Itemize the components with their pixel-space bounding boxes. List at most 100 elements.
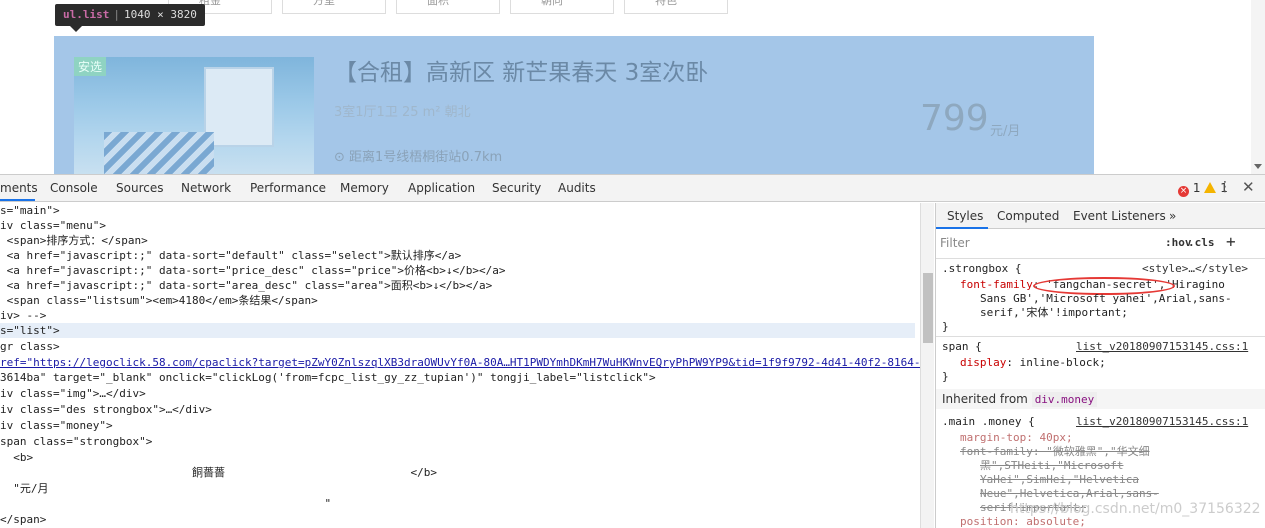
dom-line[interactable]: <a href="javascript:;" data-sort="area_d… xyxy=(0,278,493,293)
tab-computed[interactable]: Computed xyxy=(997,209,1059,223)
rule-decl[interactable]: margin-top: 40px; xyxy=(960,431,1073,445)
rule-decl-overridden[interactable]: font-family: "微软雅黑","华文细 xyxy=(960,445,1150,459)
filter-area[interactable]: 面积 xyxy=(396,0,500,14)
divider xyxy=(936,336,1265,337)
inherited-label: Inherited from xyxy=(942,392,1028,406)
devtools-tabbar: ments Console Sources Network Performanc… xyxy=(0,175,1265,202)
filter-label: 方室 xyxy=(313,0,335,7)
dom-line[interactable]: span class="strongbox"> xyxy=(0,434,152,449)
tab-performance[interactable]: Performance xyxy=(250,181,326,195)
location-pin-icon: ⊙ xyxy=(334,150,350,165)
rule-selector[interactable]: span { xyxy=(942,340,982,354)
prop-value: inline-block; xyxy=(1019,356,1106,369)
active-tab-indicator xyxy=(936,227,988,229)
rule-decl[interactable]: display: inline-block; xyxy=(960,356,1106,370)
new-rule-button[interactable]: + xyxy=(1226,232,1236,251)
listing-room-info: 3室1厅1卫 25 m² 朝北 xyxy=(334,105,471,120)
divider xyxy=(936,258,1265,259)
tab-network[interactable]: Network xyxy=(181,181,231,195)
filter-feature[interactable]: 特色 xyxy=(624,0,728,14)
styles-tabbar: Styles Computed Event Listeners » xyxy=(936,203,1265,229)
dom-line[interactable]: 餇薔薔 </b> xyxy=(0,465,437,480)
tab-event-listeners[interactable]: Event Listeners xyxy=(1073,209,1166,223)
rule-decl-cont: Sans GB','Microsoft yahei',Arial,sans- xyxy=(980,292,1232,305)
dom-line[interactable]: </span> xyxy=(0,512,46,527)
rule-selector[interactable]: .strongbox { xyxy=(942,262,1021,276)
warning-icon xyxy=(1204,182,1217,193)
scroll-down-arrow-icon[interactable] xyxy=(1254,164,1262,169)
rule-source[interactable]: <style>…</style> xyxy=(1142,262,1248,276)
tab-memory[interactable]: Memory xyxy=(340,181,389,195)
dom-line[interactable]: gr class> xyxy=(0,339,60,354)
dom-line[interactable]: iv class="img">…</div> xyxy=(0,386,146,401)
active-tab-indicator xyxy=(0,199,35,201)
tab-application[interactable]: Application xyxy=(408,181,475,195)
page-scrollbar[interactable] xyxy=(1251,0,1265,174)
tooltip-separator: | xyxy=(113,8,120,21)
dom-line[interactable]: <b> xyxy=(0,450,33,465)
tab-elements[interactable]: ments xyxy=(0,181,38,195)
watermark: https://blog.csdn.net/m0_37156322 xyxy=(1010,501,1261,517)
dom-line[interactable]: <span>排序方式：</span> xyxy=(0,233,148,248)
cls-toggle[interactable]: .cls xyxy=(1188,236,1215,249)
dom-line[interactable]: <span class="listsum"><em>4180</em>条结果</… xyxy=(0,293,318,308)
filter-label: 朝向 xyxy=(541,0,563,7)
dom-tree[interactable]: s="main"> iv class="menu"> <span>排序方式：</… xyxy=(0,203,920,528)
dom-line[interactable]: iv> --> xyxy=(0,308,46,323)
devtools-panel: ments Console Sources Network Performanc… xyxy=(0,174,1265,528)
tab-styles[interactable]: Styles xyxy=(947,209,983,223)
more-tabs-icon[interactable]: » xyxy=(1169,209,1176,223)
filter-orientation[interactable]: 朝向 xyxy=(510,0,614,14)
listing-price-unit: 元/月 xyxy=(990,124,1021,139)
dom-line[interactable]: " xyxy=(0,496,332,511)
rule-close: } xyxy=(942,320,949,333)
inherited-header: Inherited from div.money xyxy=(936,389,1265,409)
filter-label: 特色 xyxy=(655,0,677,7)
tab-audits[interactable]: Audits xyxy=(558,181,596,195)
filter-label: 面积 xyxy=(427,0,449,7)
styles-pane: Styles Computed Event Listeners » Filter… xyxy=(935,203,1265,528)
element-tooltip: ul.list | 1040 × 3820 xyxy=(55,4,205,26)
listing-address: ⊙ 距离1号线梧桐街站0.7km xyxy=(334,146,502,165)
listing-price: 799 xyxy=(920,98,989,139)
dom-line-selected[interactable]: s="list"> xyxy=(0,323,915,338)
listing-photo[interactable] xyxy=(74,57,314,174)
dom-line[interactable]: s="main"> xyxy=(0,203,60,218)
window-image xyxy=(204,67,274,147)
dom-line[interactable]: "元/月 xyxy=(0,481,48,496)
dom-line[interactable]: <a href="javascript:;" data-sort="defaul… xyxy=(0,248,462,263)
tooltip-size: 1040 × 3820 xyxy=(123,8,197,21)
tab-console[interactable]: Console xyxy=(50,181,98,195)
scrollbar-thumb[interactable] xyxy=(923,273,933,343)
rule-decl-cont: YaHei",SimHei,"Helvetica xyxy=(980,473,1139,486)
prop-name: font-family xyxy=(960,278,1033,291)
styles-filter-input[interactable]: Filter xyxy=(940,234,1142,252)
rule-close: } xyxy=(942,370,949,383)
listing-title[interactable]: 【合租】高新区 新芒果春天 3室次卧 xyxy=(334,53,708,87)
filter-room[interactable]: 方室 xyxy=(282,0,386,14)
dom-line[interactable]: iv class="menu"> xyxy=(0,218,106,233)
inherited-element-link[interactable]: div.money xyxy=(1031,392,1098,407)
dom-line[interactable]: 3614ba" target="_blank" onclick="clickLo… xyxy=(0,370,656,385)
rule-decl-cont: 黑",STHeiti,"Microsoft xyxy=(980,459,1124,472)
dom-line[interactable]: iv class="des strongbox">…</div> xyxy=(0,402,212,417)
dom-line[interactable]: <a href="javascript:;" data-sort="price_… xyxy=(0,263,506,278)
rule-source-link[interactable]: list_v20180907153145.css:1 xyxy=(1076,415,1248,429)
tab-security[interactable]: Security xyxy=(492,181,541,195)
more-options-icon[interactable]: ⋮ xyxy=(1218,179,1232,195)
webpage-viewport: 租金 方室 面积 朝向 特色 安选 【合租】高新区 新芒果春天 3室次卧 3室1… xyxy=(0,0,1265,174)
dom-line-link[interactable]: ref="https://legoclick.58.com/cpaclick?t… xyxy=(0,355,920,370)
verified-badge: 安选 xyxy=(74,57,107,76)
error-icon: × xyxy=(1178,186,1189,197)
bed-image xyxy=(104,132,214,174)
rule-decl-cont: Neue",Helvetica,Arial,sans- xyxy=(980,487,1159,500)
rule-selector[interactable]: .main .money { xyxy=(942,415,1035,429)
error-count: 1 xyxy=(1192,181,1201,195)
prop-name: display xyxy=(960,356,1007,369)
close-icon[interactable]: ✕ xyxy=(1242,178,1255,196)
dom-scrollbar[interactable] xyxy=(920,203,934,528)
rule-source-link[interactable]: list_v20180907153145.css:1 xyxy=(1076,340,1248,354)
tab-sources[interactable]: Sources xyxy=(116,181,163,195)
dom-line[interactable]: iv class="money"> xyxy=(0,418,113,433)
address-text: 距离1号线梧桐街站0.7km xyxy=(349,150,503,165)
